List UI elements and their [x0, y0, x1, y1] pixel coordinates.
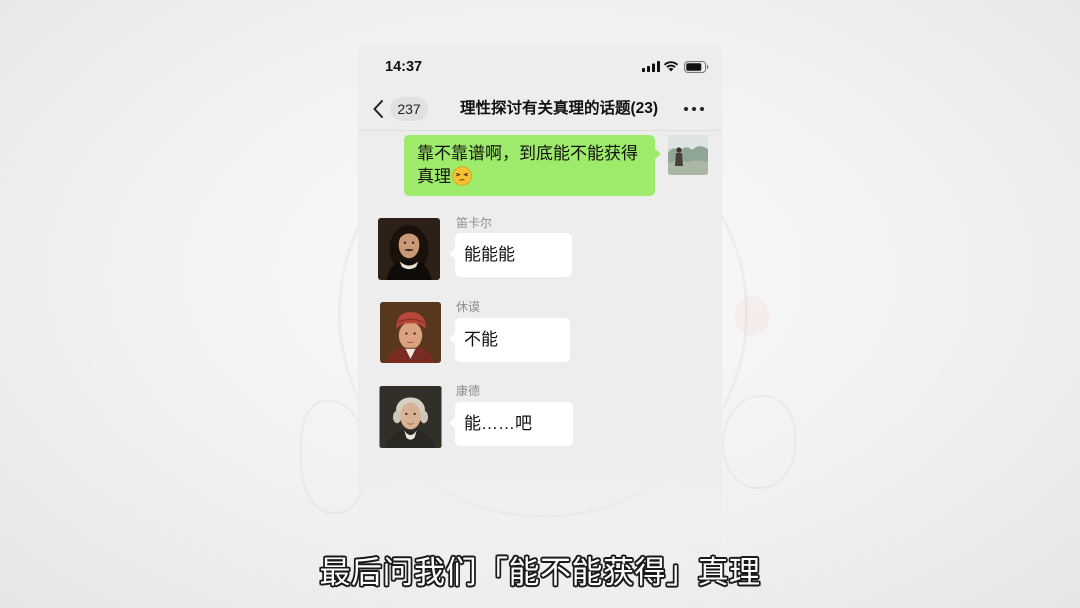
message-bubble[interactable]: 不能	[449, 318, 570, 362]
phone-chat-screen: 14:37 237 理性探讨有关真理的话题(23) 靠不靠谱啊，到底能不能获得真…	[358, 45, 722, 557]
sender-avatar[interactable]	[379, 386, 442, 448]
watermark-decoration-right	[722, 395, 796, 489]
sender-avatar[interactable]	[380, 302, 441, 363]
watermark-decoration-accent	[735, 296, 769, 336]
battery-icon	[684, 61, 709, 73]
message-text: 靠不靠谱啊，到底能不能获得真理	[417, 144, 638, 186]
message-bubble[interactable]: 能……吧	[449, 402, 573, 446]
more-button[interactable]	[682, 101, 706, 117]
sender-name: 康德	[456, 384, 481, 398]
wifi-icon	[663, 61, 679, 72]
chat-title: 理性探讨有关真理的话题(23)	[459, 100, 659, 117]
chevron-left-icon	[373, 100, 383, 118]
self-avatar[interactable]	[668, 135, 708, 175]
message-bubble[interactable]: 能能能	[449, 233, 572, 277]
kant-portrait	[379, 386, 442, 448]
video-frame: 14:37 237 理性探讨有关真理的话题(23) 靠不靠谱啊，到底能不能获得真…	[0, 0, 1080, 608]
sender-avatar[interactable]	[378, 218, 440, 280]
message-text: 不能	[464, 330, 498, 349]
video-subtitle: 最后问我们「能不能获得」真理	[319, 555, 761, 590]
sender-name: 笛卡尔	[456, 216, 493, 230]
message-text: 能能能	[464, 245, 515, 264]
hume-portrait	[380, 302, 441, 363]
more-dots-icon	[684, 107, 704, 111]
header-divider	[358, 130, 722, 131]
status-time: 14:37	[385, 59, 423, 75]
back-button[interactable]: 237	[370, 95, 432, 123]
message-bubble[interactable]: 靠不靠谱啊，到底能不能获得真理	[404, 135, 661, 196]
descartes-portrait	[378, 218, 440, 280]
sender-name: 休谟	[456, 300, 481, 314]
cellular-signal-icon	[642, 61, 660, 72]
self-avatar-photo	[668, 135, 708, 175]
unread-count-badge: 237	[390, 97, 428, 121]
tired-face-icon	[452, 166, 472, 186]
message-text: 能……吧	[464, 414, 532, 433]
